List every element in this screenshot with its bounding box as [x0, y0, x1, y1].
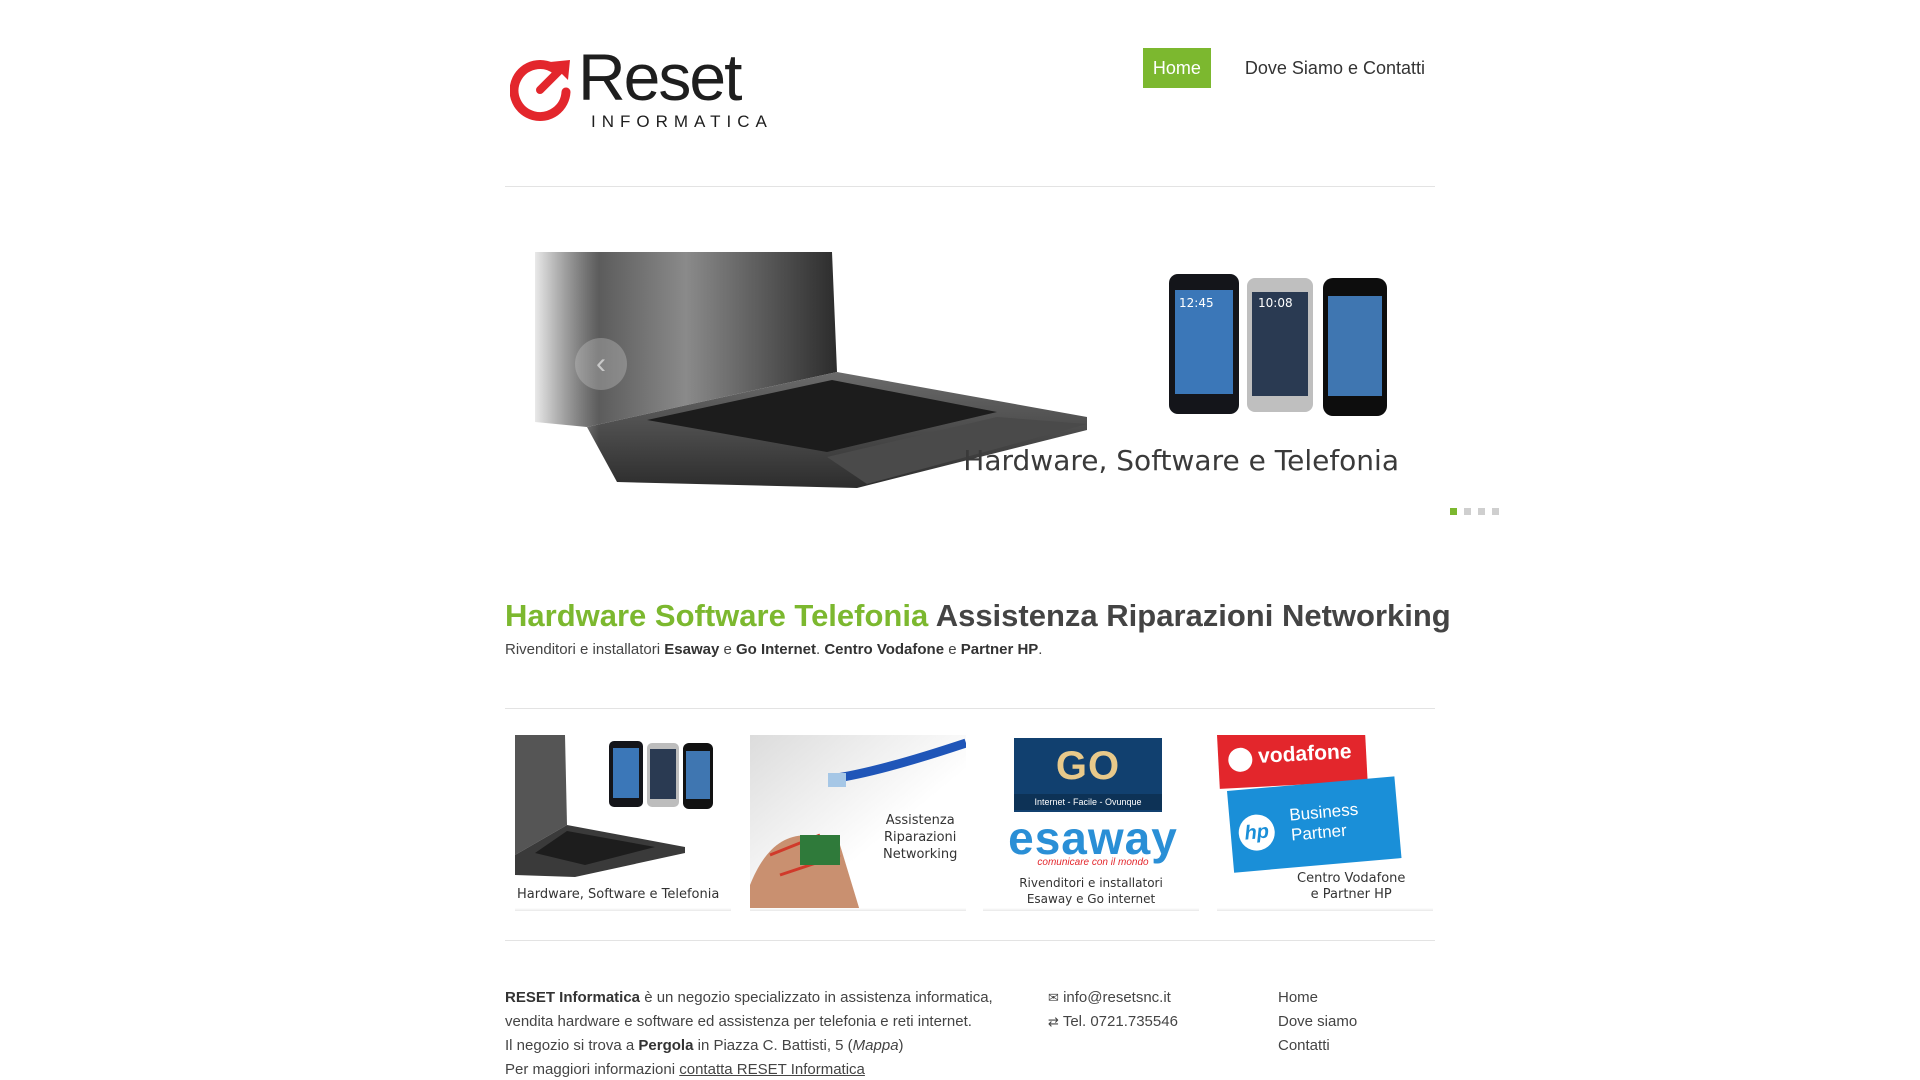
tile-esaway-caption: Rivenditori e installatori Esaway e Go in…: [1019, 876, 1163, 906]
intro-vodafone: Centro Vodafone: [824, 641, 945, 658]
footer-contact: ✉ info@resetsnc.it ⇄ Tel. 0721.735546: [1048, 986, 1178, 1034]
slider-prev-button[interactable]: ‹: [575, 338, 627, 390]
slider-dot-2[interactable]: [1464, 508, 1471, 515]
intro-text: Rivenditori e installatori Esaway e Go I…: [505, 641, 1043, 658]
tile-hardware[interactable]: Hardware, Software e Telefonia: [515, 735, 731, 911]
header-divider: [505, 186, 1435, 187]
footer-link-home[interactable]: Home: [1278, 986, 1357, 1010]
power-arrow-icon: [510, 60, 571, 121]
phone-time-2: 10:08: [1258, 296, 1293, 310]
slider-dot-3[interactable]: [1478, 508, 1485, 515]
slider-dot-1[interactable]: [1450, 508, 1457, 515]
logo-subtitle: INFORMATICA: [591, 112, 773, 131]
phone-number: Tel. 0721.735546: [1062, 1013, 1178, 1030]
page-container: Reset INFORMATICA Home Dove Siamo e Cont…: [505, 0, 1499, 1080]
slide-caption: Hardware, Software e Telefonia: [963, 444, 1399, 477]
site-logo[interactable]: Reset INFORMATICA: [510, 44, 780, 140]
nav-home[interactable]: Home: [1142, 48, 1211, 88]
intro-divider: [505, 708, 1435, 709]
esaway-logo: esaway: [1008, 812, 1178, 864]
footer-divider: [505, 940, 1435, 941]
slider-dot-4[interactable]: [1492, 508, 1499, 515]
tile-hardware-image: [515, 735, 713, 877]
main-nav: Home Dove Siamo e Contatti: [1142, 48, 1435, 88]
hp-partner-logo: hp Business Partner: [1227, 776, 1402, 873]
footer-link-dove-siamo[interactable]: Dove siamo: [1278, 1010, 1357, 1034]
headline-green: Hardware Software Telefonia: [505, 598, 929, 633]
hero-slider[interactable]: 12:45 10:08 ‹ Hardware, Software e Telef…: [527, 252, 1427, 490]
intro-partner-hp: Partner HP: [960, 641, 1039, 658]
footer-link-contatti[interactable]: Contatti: [1278, 1034, 1357, 1058]
logo-word: Reset: [578, 40, 742, 114]
chevron-left-icon: ‹: [596, 347, 606, 380]
nav-contacts[interactable]: Dove Siamo e Contatti: [1235, 48, 1435, 88]
headline-rest: Assistenza Riparazioni Networking: [935, 598, 1451, 633]
footer-links: Home Dove siamo Contatti: [1278, 986, 1357, 1058]
tile-assistenza-caption: Assistenza Riparazioni Networking: [883, 813, 958, 862]
slider-pagination: [1450, 508, 1499, 515]
page-headline: Hardware Software Telefonia Assistenza R…: [505, 598, 1451, 634]
intro-go-internet: Go Internet: [735, 641, 816, 658]
intro-esaway: Esaway: [664, 641, 720, 658]
tile-vodafone-caption: Centro Vodafone e Partner HP: [1297, 871, 1406, 902]
hp-icon: hp: [1237, 813, 1277, 853]
esaway-tagline: comunicare con il mondo: [1037, 857, 1149, 868]
phone-icon: ⇄: [1048, 1014, 1059, 1029]
tile-assistenza[interactable]: Assistenza Riparazioni Networking: [750, 735, 966, 911]
map-link[interactable]: Mappa: [853, 1037, 899, 1054]
tile-hardware-caption: Hardware, Software e Telefonia: [517, 887, 720, 902]
email-link[interactable]: info@resetsnc.it: [1063, 989, 1171, 1006]
tile-esaway[interactable]: GO Internet - Facile - Ovunque esaway co…: [983, 735, 1199, 911]
footer-about: RESET Informatica è un negozio specializ…: [505, 989, 993, 1078]
contact-link[interactable]: contatta RESET Informatica: [679, 1061, 865, 1078]
envelope-icon: ✉: [1048, 990, 1059, 1005]
tile-vodafone-hp[interactable]: vodafone hp Business Partner Centro Vodaf…: [1217, 735, 1433, 911]
phone-time-1: 12:45: [1179, 296, 1214, 310]
go-internet-logo: GO Internet - Facile - Ovunque: [1014, 738, 1162, 812]
